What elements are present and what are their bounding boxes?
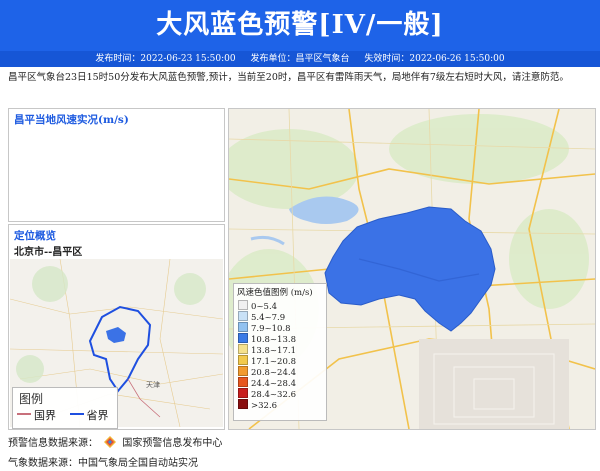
legend-row: >32.6 — [234, 399, 326, 411]
expire-time: 失效时间：2022-06-26 15:50:00 — [364, 54, 505, 64]
national-border-label: 国界 — [34, 409, 56, 422]
legend-swatch — [238, 311, 248, 321]
legend-label: >32.6 — [251, 401, 278, 411]
legend-row: 17.1~20.8 — [234, 355, 326, 367]
wind-speed-panel-title: 昌平当地风速实况(m/s) — [14, 114, 129, 126]
warning-source-label: 预警信息数据来源： — [8, 438, 98, 449]
legend-swatch — [238, 322, 248, 332]
legend-row: 24.4~28.4 — [234, 377, 326, 389]
legend-swatch — [238, 388, 248, 398]
legend-row: 5.4~7.9 — [234, 311, 326, 323]
legend-swatch — [238, 377, 248, 387]
legend-swatch — [238, 300, 248, 310]
wind-speed-legend-title: 风速色值图例 (m/s) — [237, 288, 313, 298]
warning-source-name[interactable]: 国家预警信息发布中心 — [122, 438, 222, 449]
legend-row: 7.9~10.8 — [234, 322, 326, 334]
wind-speed-panel: 昌平当地风速实况(m/s) — [8, 108, 225, 222]
legend-swatch — [238, 366, 248, 376]
warning-title: 大风蓝色预警[IV/一般] — [156, 10, 444, 40]
footer-warning-source: 预警信息数据来源： 国家预警信息发布中心 — [8, 434, 222, 449]
wind-speed-legend: 风速色值图例 (m/s) 0~5.4 5.4~7.9 7.9~10.8 10.8~13… — [233, 283, 327, 421]
warning-banner: 大风蓝色预警[IV/一般] — [0, 0, 600, 51]
footer-weather-source: 气象数据来源：中国气象局全国自动站实况 — [8, 458, 198, 469]
legend-row: 28.4~32.6 — [234, 388, 326, 400]
provincial-border-swatch — [69, 413, 84, 415]
legend-row: 0~5.4 — [234, 300, 326, 312]
legend-row: 10.8~13.8 — [234, 333, 326, 345]
warning-center-logo-icon — [104, 436, 117, 448]
publisher: 发布单位：昌平区气象台 — [250, 54, 350, 64]
location-panel-subtitle: 北京市--昌平区 — [14, 247, 83, 258]
legend-swatch — [238, 399, 248, 409]
warning-meta-bar: 发布时间：2022-06-23 15:50:00 发布单位：昌平区气象台 失效时… — [0, 51, 600, 67]
inset-legend-title: 图例 — [19, 392, 44, 406]
legend-swatch — [238, 344, 248, 354]
inset-legend: 图例 国界 省界 — [12, 387, 118, 429]
publish-time: 发布时间：2022-06-23 15:50:00 — [95, 54, 236, 64]
legend-swatch — [238, 355, 248, 365]
wind-speed-legend-rows: 0~5.4 5.4~7.9 7.9~10.8 10.8~13.8 13.8~17.1 17… — [234, 300, 326, 411]
legend-row: 13.8~17.1 — [234, 344, 326, 356]
legend-row: 20.8~24.4 — [234, 366, 326, 378]
legend-swatch — [238, 333, 248, 343]
warning-description: 昌平区气象台23日15时50分发布大风蓝色预警,预计，当前至20时，昌平区有雷阵… — [8, 72, 569, 83]
location-panel-title: 定位概览 — [14, 230, 56, 242]
provincial-border-label: 省界 — [86, 409, 109, 422]
tianjin-label: 天津 — [146, 381, 160, 389]
national-border-swatch — [17, 413, 31, 415]
